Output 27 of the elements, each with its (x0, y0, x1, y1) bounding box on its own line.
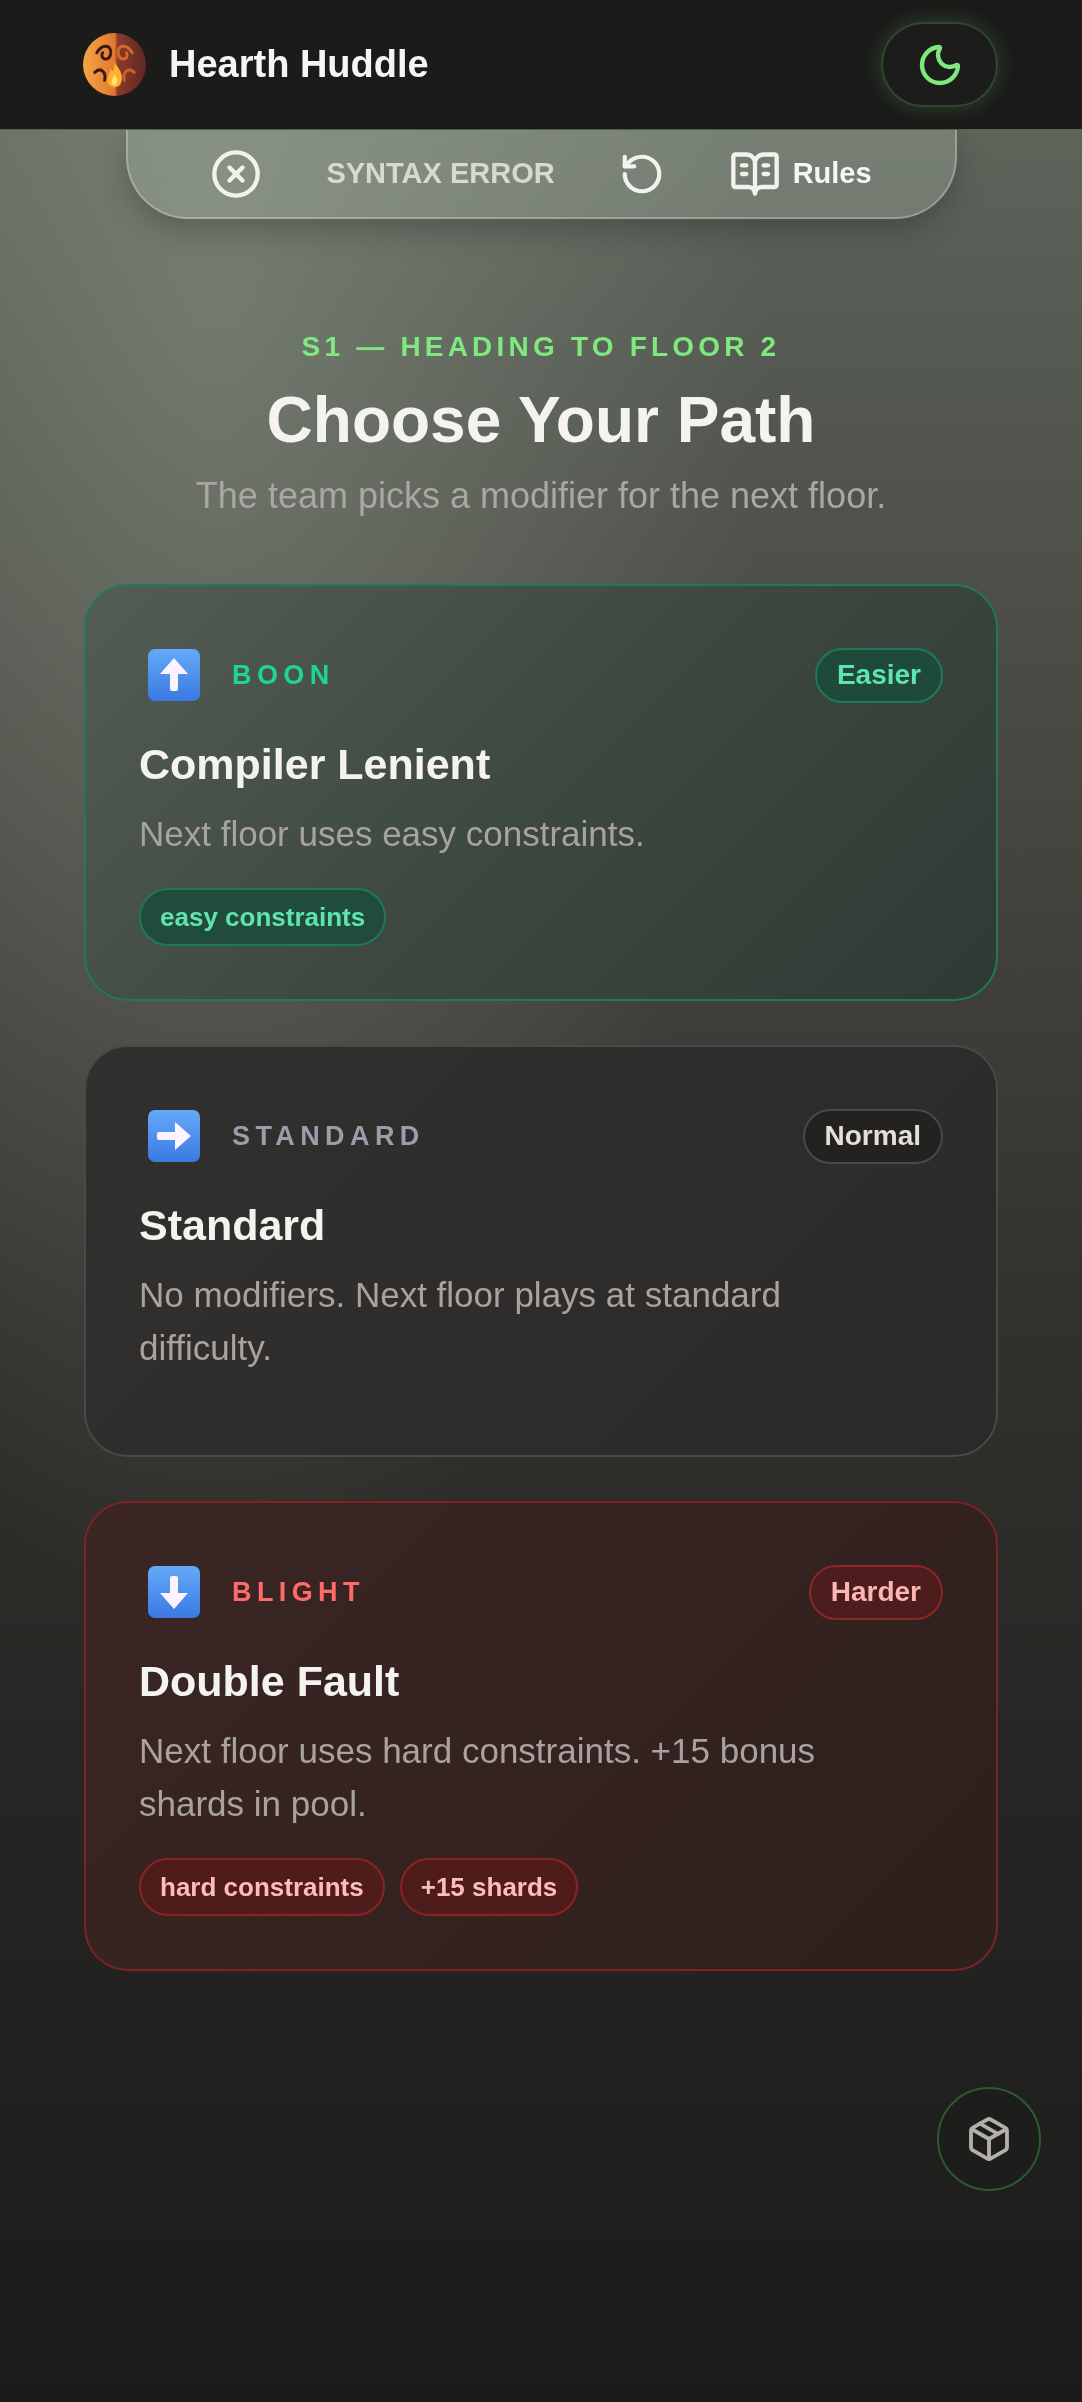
path-card[interactable]: BLIGHT Harder Double Fault Next floor uses hard constraints. +15 bonus shards in pool. hard constraints +15 shards (84, 1501, 998, 1971)
status-text: SYNTAX ERROR (326, 155, 555, 191)
category-label: BOON (232, 658, 335, 692)
page-subtitle: The team picks a modifier for the next floor. (195, 475, 887, 517)
modifier-tag: +15 shards (399, 1858, 579, 1916)
card-description: No modifiers. Next floor plays at standard difficulty. (139, 1274, 782, 1369)
category-label: STANDARD (232, 1119, 425, 1153)
difficulty-badge: Easier (814, 647, 943, 703)
card-description: Next floor uses hard constraints. +15 bonus shards in pool. (139, 1730, 817, 1825)
modifier-tag: easy constraints (139, 888, 387, 946)
page-heading: Choose Your Path (266, 384, 816, 457)
modifier-tag: hard constraints (139, 1858, 385, 1916)
difficulty-badge: Harder (808, 1564, 943, 1620)
app-title: Hearth Huddle (169, 42, 429, 87)
difficulty-badge: Normal (802, 1108, 943, 1164)
stage-label: S1 — HEADING TO FLOOR 2 (301, 330, 781, 364)
card-title: Double Fault (139, 1657, 401, 1705)
card-title: Compiler Lenient (139, 740, 492, 788)
flame-emblem-icon (83, 33, 146, 96)
path-card[interactable]: BOON Easier Compiler Lenient Next floor uses easy constraints. easy constraints (84, 584, 998, 1001)
close-button[interactable] (210, 147, 263, 200)
card-title: Standard (139, 1201, 327, 1249)
path-card[interactable]: STANDARD Normal Standard No modifiers. Next floor plays at standard difficulty. (84, 1045, 998, 1457)
card-description: Next floor uses easy constraints. (139, 813, 646, 855)
rules-button[interactable]: Rules (728, 147, 872, 200)
category-label: BLIGHT (232, 1575, 365, 1609)
close-icon (210, 147, 263, 200)
